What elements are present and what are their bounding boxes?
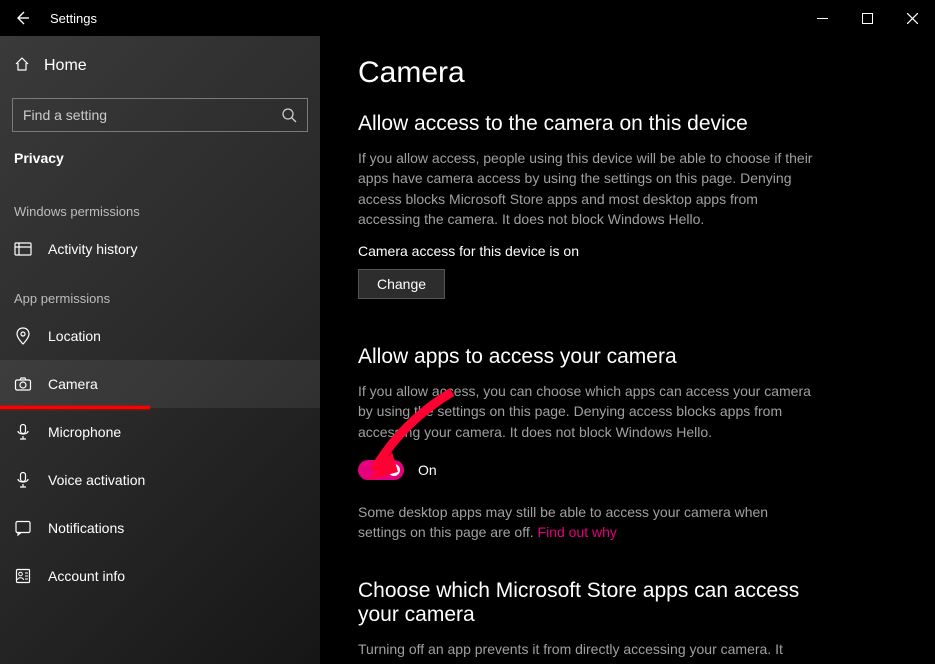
window-controls xyxy=(800,2,935,34)
maximize-button[interactable] xyxy=(845,2,890,34)
notifications-icon xyxy=(14,519,32,537)
sidebar-item-voice-activation[interactable]: Voice activation xyxy=(0,456,320,504)
desktop-apps-note: Some desktop apps may still be able to a… xyxy=(358,502,818,543)
camera-icon xyxy=(14,375,32,393)
sidebar-item-label: Microphone xyxy=(48,424,121,440)
annotation-underline xyxy=(0,406,150,409)
sidebar-item-label: Camera xyxy=(48,376,98,392)
section-app-access-title: Allow apps to access your camera xyxy=(358,345,895,369)
section-device-access-desc: If you allow access, people using this d… xyxy=(358,148,818,229)
sidebar: Home Privacy Windows permissions Activit… xyxy=(0,36,320,664)
section-choose-apps-title: Choose which Microsoft Store apps can ac… xyxy=(358,579,818,627)
content-pane: Camera Allow access to the camera on thi… xyxy=(320,36,935,664)
camera-access-status: Camera access for this device is on xyxy=(358,243,895,259)
arrow-left-icon xyxy=(14,10,30,26)
sidebar-item-label: Notifications xyxy=(48,520,124,536)
section-app-access-desc: If you allow access, you can choose whic… xyxy=(358,381,818,442)
sidebar-home-label: Home xyxy=(44,57,87,75)
window-title: Settings xyxy=(44,11,97,26)
activity-history-icon xyxy=(14,240,32,258)
sidebar-item-microphone[interactable]: Microphone xyxy=(0,408,320,456)
sidebar-item-camera[interactable]: Camera xyxy=(0,360,320,408)
search-input[interactable] xyxy=(12,98,308,132)
sidebar-home[interactable]: Home xyxy=(0,46,320,86)
minimize-button[interactable] xyxy=(800,2,845,34)
location-icon xyxy=(14,327,32,345)
sidebar-item-label: Account info xyxy=(48,568,125,584)
allow-apps-toggle[interactable] xyxy=(358,460,404,480)
back-button[interactable] xyxy=(0,10,44,26)
title-bar: Settings xyxy=(0,0,935,36)
sidebar-item-activity-history[interactable]: Activity history xyxy=(0,225,320,273)
account-info-icon xyxy=(14,567,32,585)
sidebar-group-app-permissions: App permissions xyxy=(0,273,320,312)
voice-activation-icon xyxy=(14,471,32,489)
sidebar-item-account-info[interactable]: Account info xyxy=(0,552,320,600)
sidebar-group-windows-permissions: Windows permissions xyxy=(0,186,320,225)
microphone-icon xyxy=(14,423,32,441)
section-device-access-title: Allow access to the camera on this devic… xyxy=(358,112,895,136)
change-button[interactable]: Change xyxy=(358,269,445,299)
sidebar-section-label: Privacy xyxy=(0,140,320,186)
search-icon xyxy=(281,107,297,123)
sidebar-item-label: Location xyxy=(48,328,101,344)
section-choose-apps-desc: Turning off an app prevents it from dire… xyxy=(358,639,818,659)
sidebar-item-notifications[interactable]: Notifications xyxy=(0,504,320,552)
page-title: Camera xyxy=(358,56,895,90)
sidebar-item-location[interactable]: Location xyxy=(0,312,320,360)
find-out-why-link[interactable]: Find out why xyxy=(538,524,617,540)
search-input-field[interactable] xyxy=(23,107,281,123)
close-icon xyxy=(907,13,918,24)
minimize-icon xyxy=(817,13,828,24)
toggle-knob xyxy=(388,464,400,476)
maximize-icon xyxy=(862,13,873,24)
close-button[interactable] xyxy=(890,2,935,34)
sidebar-item-label: Voice activation xyxy=(48,472,145,488)
home-icon xyxy=(14,56,30,77)
allow-apps-toggle-state: On xyxy=(418,462,437,478)
sidebar-item-label: Activity history xyxy=(48,241,137,257)
